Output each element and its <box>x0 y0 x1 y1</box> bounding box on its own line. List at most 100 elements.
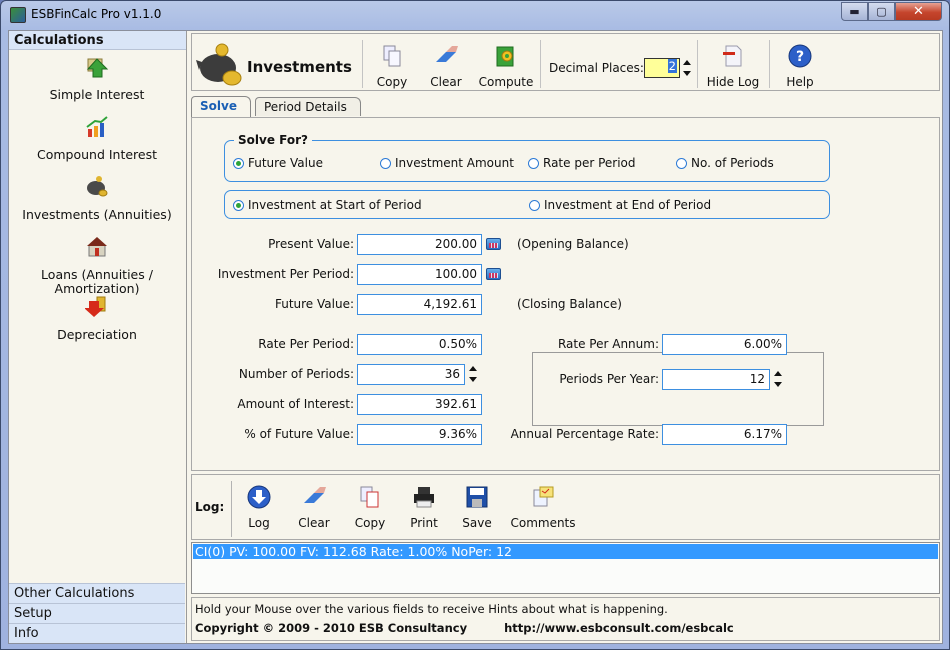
calculator-icon[interactable] <box>486 268 501 280</box>
toolbar-divider <box>362 40 363 88</box>
tab-solve[interactable]: Solve <box>191 96 251 117</box>
radio-indicator <box>233 199 244 211</box>
radio-label: Future Value <box>248 156 323 170</box>
rate-per-period-label: Rate Per Period: <box>258 337 354 351</box>
sidebar-info[interactable]: Info <box>9 623 185 643</box>
eraser-icon <box>304 487 326 503</box>
sidebar-setup[interactable]: Setup <box>9 603 185 623</box>
window-title: ESBFinCalc Pro v1.1.0 <box>31 7 162 21</box>
log-toolbar-divider <box>231 481 232 537</box>
calculator-icon[interactable] <box>486 238 501 250</box>
clear-button[interactable]: Clear <box>428 44 464 89</box>
compute-gear-icon <box>496 46 514 67</box>
radio-start-of-period[interactable]: Investment at Start of Period <box>233 198 422 212</box>
decimal-places-input[interactable]: 2 <box>644 58 680 78</box>
radio-end-of-period[interactable]: Investment at End of Period <box>529 198 711 212</box>
copyright-text: Copyright © 2009 - 2010 ESB Consultancy <box>195 621 468 635</box>
radio-label: No. of Periods <box>691 156 774 170</box>
pct-of-future-value-field[interactable]: 9.36% <box>357 424 482 445</box>
log-save-button[interactable]: Save <box>462 485 492 530</box>
log-print-button[interactable]: Print <box>408 485 440 530</box>
hide-log-button[interactable]: Hide Log <box>706 44 760 89</box>
periods-per-year-spinner[interactable] <box>773 370 783 388</box>
website-link[interactable]: http://www.esbconsult.com/esbcalc <box>504 621 734 635</box>
sidebar-item-depreciation[interactable]: Depreciation <box>9 295 185 342</box>
future-value-label: Future Value: <box>274 297 354 311</box>
log-toolbar: Log: Log Clear Copy Print Save Comments <box>191 474 940 540</box>
sidebar-header-calculations[interactable]: Calculations <box>9 31 186 50</box>
radio-indicator <box>528 157 539 169</box>
radio-indicator <box>529 199 540 211</box>
rate-per-period-field[interactable]: 0.50% <box>357 334 482 355</box>
toolbar-divider <box>769 40 770 88</box>
future-value-field[interactable]: 4,192.61 <box>357 294 482 315</box>
solve-for-group: Solve For? Future Value Investment Amoun… <box>224 133 830 182</box>
radio-no-of-periods[interactable]: No. of Periods <box>676 156 774 170</box>
sidebar: Calculations Simple Interest Compound In… <box>9 31 187 643</box>
radio-indicator <box>676 157 687 169</box>
radio-label: Investment at Start of Period <box>248 198 422 212</box>
annual-percentage-rate-field[interactable]: 6.17% <box>662 424 787 445</box>
decimal-places-label: Decimal Places: <box>549 61 644 75</box>
sidebar-item-label: Loans (Annuities / Amortization) <box>41 267 153 296</box>
floppy-disk-icon <box>466 486 488 508</box>
compute-button-label: Compute <box>478 75 534 89</box>
money-up-arrow-icon <box>86 58 109 78</box>
radio-rate-per-period[interactable]: Rate per Period <box>528 156 636 170</box>
log-button[interactable]: Log <box>244 485 274 530</box>
radio-future-value[interactable]: Future Value <box>233 156 323 170</box>
rate-per-annum-field[interactable]: 6.00% <box>662 334 787 355</box>
radio-indicator <box>233 157 244 169</box>
coins-down-arrow-icon <box>84 296 106 317</box>
log-list[interactable]: CI(0) PV: 100.00 FV: 112.68 Rate: 1.00% … <box>191 542 940 594</box>
main-area: Investments Copy Clear Compute Decimal P… <box>189 31 942 643</box>
solve-panel: Solve For? Future Value Investment Amoun… <box>191 117 940 471</box>
app-window: ESBFinCalc Pro v1.1.0 ▬ ▢ ✕ Calculations… <box>0 0 950 650</box>
radio-investment-amount[interactable]: Investment Amount <box>380 156 514 170</box>
present-value-field[interactable]: 200.00 <box>357 234 482 255</box>
decimal-places-spinner[interactable] <box>682 59 692 77</box>
log-clear-button[interactable]: Clear <box>296 485 332 530</box>
log-comments-button-label: Comments <box>510 516 576 530</box>
piggy-bank-icon <box>87 176 108 197</box>
toolbar-divider <box>697 40 698 88</box>
page-title: Investments <box>247 58 352 76</box>
calculation-header: Investments Copy Clear Compute Decimal P… <box>191 33 940 91</box>
log-comments-button[interactable]: Comments <box>510 485 576 530</box>
log-download-icon <box>247 485 271 509</box>
log-copy-button[interactable]: Copy <box>352 485 388 530</box>
radio-indicator <box>380 157 391 169</box>
maximize-button[interactable]: ▢ <box>868 2 895 21</box>
app-calculator-icon <box>10 7 26 23</box>
close-button[interactable]: ✕ <box>895 2 942 21</box>
piggy-bank-icon <box>196 43 242 86</box>
copy-button[interactable]: Copy <box>374 44 410 89</box>
log-clear-button-label: Clear <box>298 516 330 530</box>
sidebar-item-investments[interactable]: Investments (Annuities) <box>9 175 185 222</box>
amount-of-interest-field[interactable]: 392.61 <box>357 394 482 415</box>
growth-chart-icon <box>86 116 108 137</box>
tab-period-details[interactable]: Period Details <box>255 97 361 116</box>
minimize-button[interactable]: ▬ <box>841 2 868 21</box>
sidebar-item-label: Depreciation <box>57 327 137 342</box>
investment-per-period-label: Investment Per Period: <box>217 267 354 281</box>
number-of-periods-field[interactable]: 36 <box>357 364 465 385</box>
toolbar-divider <box>540 40 541 88</box>
log-label: Log: <box>195 500 225 514</box>
sidebar-other-calculations[interactable]: Other Calculations <box>9 583 185 603</box>
help-button[interactable]: ? Help <box>782 44 818 89</box>
sidebar-item-loans[interactable]: Loans (Annuities / Amortization) <box>9 235 185 296</box>
comments-note-icon <box>533 486 554 507</box>
solve-for-title: Solve For? <box>234 133 312 147</box>
periods-per-year-field[interactable]: 12 <box>662 369 770 390</box>
compute-button[interactable]: Compute <box>478 44 534 89</box>
number-of-periods-spinner[interactable] <box>468 365 478 383</box>
investment-timing-group: Investment at Start of Period Investment… <box>224 190 830 219</box>
investment-per-period-field[interactable]: 100.00 <box>357 264 482 285</box>
sidebar-item-simple-interest[interactable]: Simple Interest <box>9 55 185 102</box>
copy-icon <box>360 486 379 508</box>
title-bar[interactable]: ESBFinCalc Pro v1.1.0 ▬ ▢ ✕ <box>1 1 949 29</box>
sidebar-item-compound-interest[interactable]: Compound Interest <box>9 115 185 162</box>
house-loan-icon <box>87 237 107 257</box>
log-entry[interactable]: CI(0) PV: 100.00 FV: 112.68 Rate: 1.00% … <box>193 544 938 559</box>
